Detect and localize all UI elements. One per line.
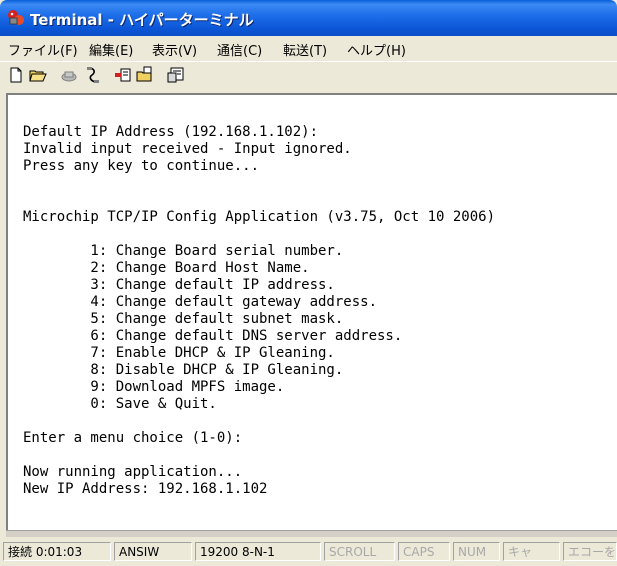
connect-icon[interactable] <box>60 66 78 84</box>
status-connected-time: 接続 0:01:03 <box>3 542 111 561</box>
menu-view[interactable]: 表示(V) <box>152 40 197 59</box>
title-bar[interactable]: Terminal - ハイパーターミナル <box>0 0 617 36</box>
new-icon[interactable] <box>7 66 25 84</box>
status-bar: 接続 0:01:03 ANSIW 19200 8-N-1 SCROLL CAPS… <box>0 537 617 566</box>
menu-file[interactable]: ファイル(F) <box>8 40 78 59</box>
menu-call[interactable]: 通信(C) <box>217 40 262 59</box>
horizontal-scrollbar[interactable] <box>6 530 617 537</box>
status-num: NUM <box>453 542 500 561</box>
terminal-line: Default IP Address (192.168.1.102): <box>23 124 319 140</box>
terminal-line: 4: Change default gateway address. <box>23 294 378 310</box>
menu-bar: ファイル(F) 編集(E) 表示(V) 通信(C) 転送(T) ヘルプ(H) <box>0 36 617 60</box>
terminal-output: Default IP Address (192.168.1.102): Inval… <box>23 124 495 498</box>
terminal-line: 9: Download MPFS image. <box>23 379 285 395</box>
terminal-line: Press any key to continue... <box>23 158 260 174</box>
terminal-line: Microchip TCP/IP Config Application (v3.… <box>23 209 496 225</box>
status-caps: CAPS <box>398 542 450 561</box>
menu-edit[interactable]: 編集(E) <box>89 40 133 59</box>
status-port-settings: 19200 8-N-1 <box>195 542 321 561</box>
terminal-line: 0: Save & Quit. <box>23 396 217 412</box>
send-icon[interactable] <box>114 66 132 84</box>
status-echo: エコーを印 <box>563 542 617 561</box>
properties-icon[interactable] <box>167 66 185 84</box>
menu-help[interactable]: ヘルプ(H) <box>347 40 406 59</box>
receive-icon[interactable] <box>136 66 154 84</box>
status-emulation: ANSIW <box>114 542 192 561</box>
status-scroll: SCROLL <box>324 542 395 561</box>
open-icon[interactable] <box>29 66 47 84</box>
terminal-line: 7: Enable DHCP & IP Gleaning. <box>23 345 335 361</box>
toolbar <box>0 61 617 90</box>
terminal-screen[interactable]: Default IP Address (192.168.1.102): Inval… <box>6 93 617 530</box>
menu-transfer[interactable]: 転送(T) <box>283 40 327 59</box>
terminal-line: Enter a menu choice (1-0): <box>23 430 243 446</box>
terminal-line: Now running application... <box>23 464 243 480</box>
terminal-line: 3: Change default IP address. <box>23 277 335 293</box>
terminal-line: 6: Change default DNS server address. <box>23 328 403 344</box>
window-title: Terminal - ハイパーターミナル <box>30 11 254 29</box>
status-capture: キャ <box>503 542 560 561</box>
terminal-line: Invalid input received - Input ignored. <box>23 141 352 157</box>
terminal-line: 8: Disable DHCP & IP Gleaning. <box>23 362 344 378</box>
terminal-line: New IP Address: 192.168.1.102 <box>23 481 268 497</box>
hyperterminal-icon <box>8 10 24 25</box>
terminal-line: 5: Change default subnet mask. <box>23 311 344 327</box>
terminal-line: 2: Change Board Host Name. <box>23 260 310 276</box>
disconnect-icon[interactable] <box>84 66 102 84</box>
terminal-line: 1: Change Board serial number. <box>23 243 344 259</box>
